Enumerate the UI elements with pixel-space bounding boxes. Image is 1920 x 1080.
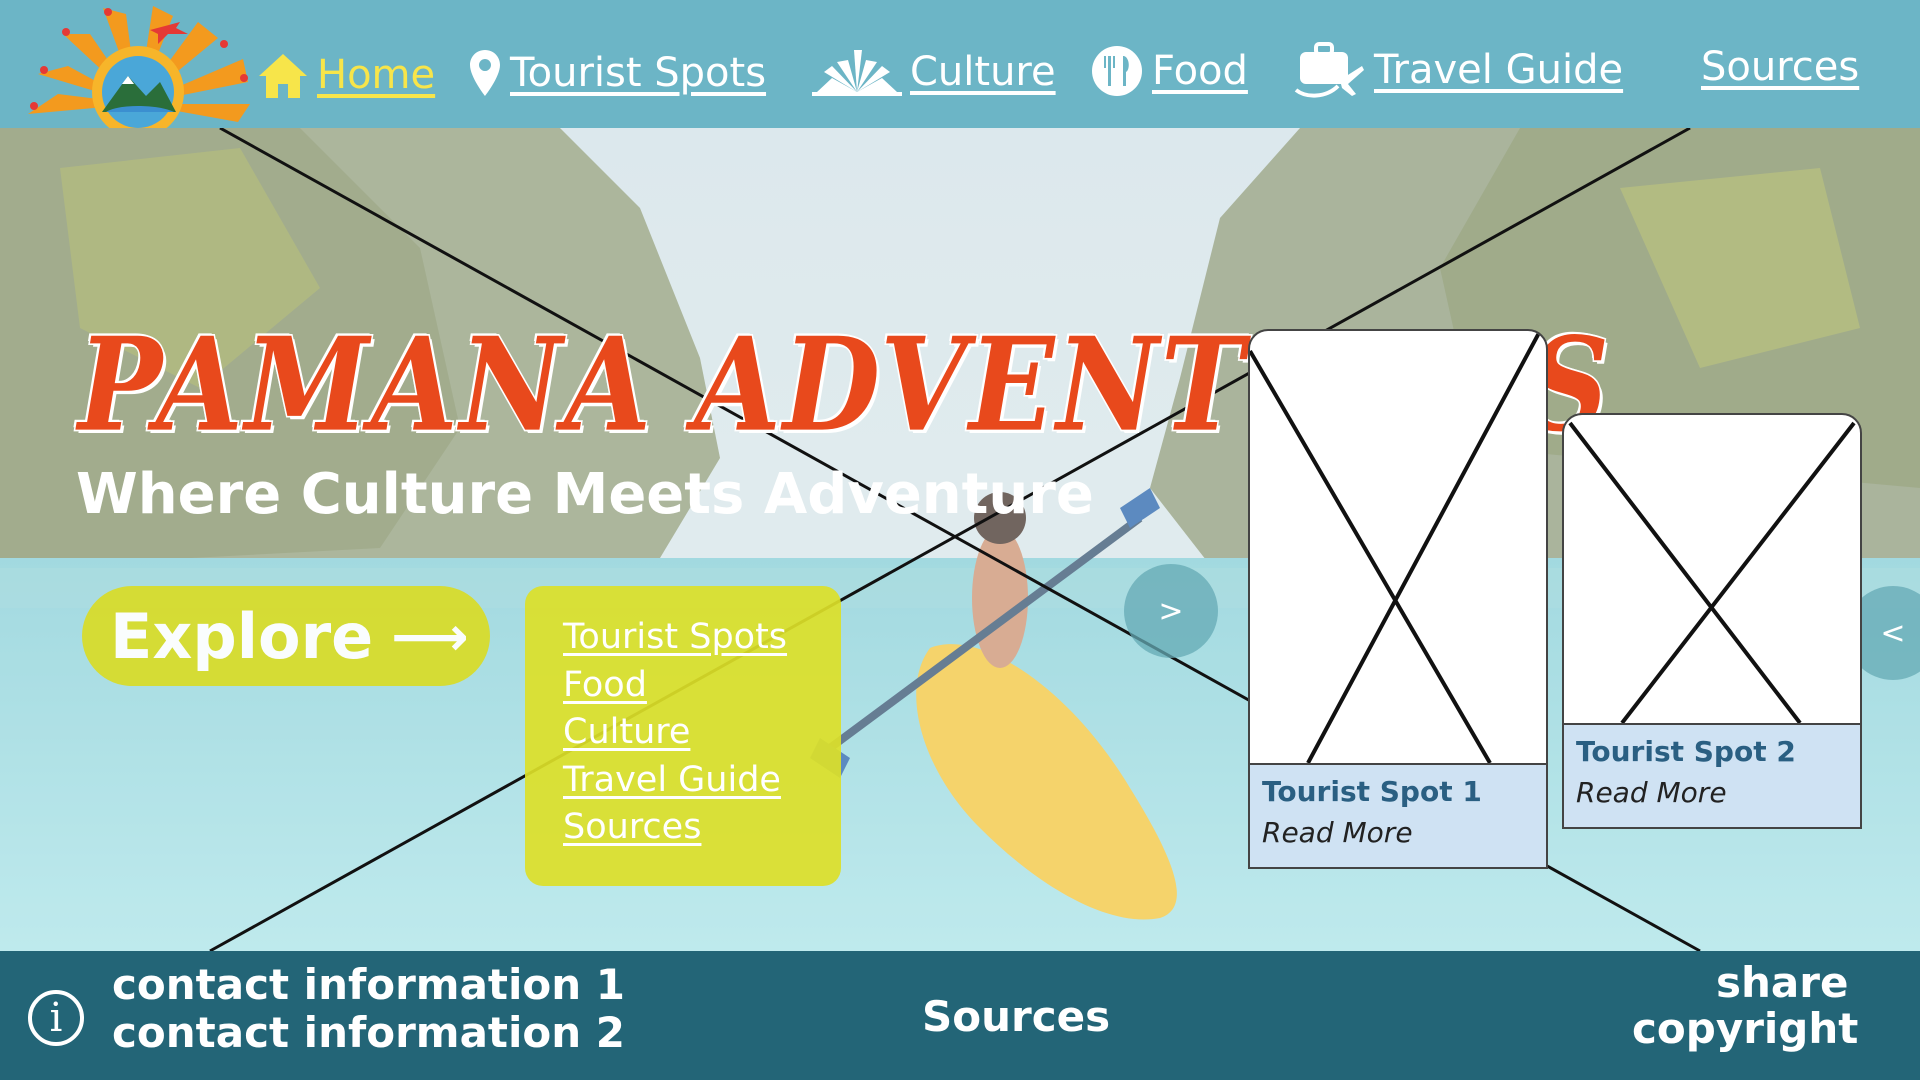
home-icon xyxy=(257,50,309,100)
card-title: Tourist Spot 2 xyxy=(1576,735,1796,768)
nav-travel-guide-label: Travel Guide xyxy=(1374,47,1624,93)
arrow-right-icon: ⟶ xyxy=(391,604,469,668)
pamana-logo-icon[interactable] xyxy=(18,4,258,128)
nav-travel-guide[interactable]: Travel Guide xyxy=(1292,40,1623,100)
image-placeholder-icon xyxy=(1250,331,1542,763)
tourist-spot-card-1[interactable]: Tourist Spot 1 Read More xyxy=(1248,329,1548,869)
nav-culture-label: Culture xyxy=(910,49,1056,95)
read-more-link[interactable]: Read More xyxy=(1576,776,1848,809)
card-body: Tourist Spot 2 Read More xyxy=(1564,723,1860,827)
nav-culture[interactable]: Culture xyxy=(812,48,1056,96)
nav-home[interactable]: Home xyxy=(257,50,435,100)
nav-food[interactable]: Food xyxy=(1090,44,1248,98)
nav-tourist-spots[interactable]: Tourist Spots xyxy=(468,48,766,98)
location-pin-icon xyxy=(468,48,502,98)
contact-information-2: contact information 2 xyxy=(112,1008,625,1057)
fork-knife-icon xyxy=(1090,44,1144,98)
info-icon[interactable]: i xyxy=(28,990,84,1046)
dropdown-item-travel-guide[interactable]: Travel Guide xyxy=(563,757,841,805)
culture-sun-icon xyxy=(812,48,902,96)
nav-home-label: Home xyxy=(317,52,436,98)
contact-information-1: contact information 1 xyxy=(112,960,625,1009)
chevron-right-icon: > xyxy=(1158,593,1184,629)
tourist-spot-card-2[interactable]: Tourist Spot 2 Read More xyxy=(1562,413,1862,829)
nav-sources-label: Sources xyxy=(1701,44,1860,90)
card-body: Tourist Spot 1 Read More xyxy=(1250,763,1546,867)
suitcase-plane-icon xyxy=(1292,40,1366,100)
explore-dropdown-menu: Tourist Spots Food Culture Travel Guide … xyxy=(525,586,841,886)
nav-tourist-spots-label: Tourist Spots xyxy=(510,50,767,96)
explore-button-label: Explore xyxy=(110,599,374,673)
card-title: Tourist Spot 1 xyxy=(1262,775,1482,808)
site-tagline: Where Culture Meets Adventure xyxy=(76,462,1094,527)
top-navigation-bar: Home Tourist Spots Culture Food Travel G… xyxy=(0,0,1920,128)
explore-button[interactable]: Explore ⟶ xyxy=(82,586,490,686)
chevron-left-icon: < xyxy=(1880,615,1906,651)
share-link[interactable]: share xyxy=(1716,958,1848,1007)
read-more-link[interactable]: Read More xyxy=(1262,816,1534,849)
dropdown-item-culture[interactable]: Culture xyxy=(563,709,841,757)
image-placeholder-icon xyxy=(1568,421,1856,723)
nav-sources[interactable]: Sources xyxy=(1701,44,1859,90)
nav-food-label: Food xyxy=(1152,48,1248,94)
copyright-text: copyright xyxy=(1632,1004,1859,1053)
carousel-next-button[interactable]: > xyxy=(1124,564,1218,658)
dropdown-item-sources[interactable]: Sources xyxy=(563,804,841,852)
dropdown-item-food[interactable]: Food xyxy=(563,662,841,710)
dropdown-item-tourist-spots[interactable]: Tourist Spots xyxy=(563,614,841,662)
footer-sources-link[interactable]: Sources xyxy=(922,992,1110,1041)
